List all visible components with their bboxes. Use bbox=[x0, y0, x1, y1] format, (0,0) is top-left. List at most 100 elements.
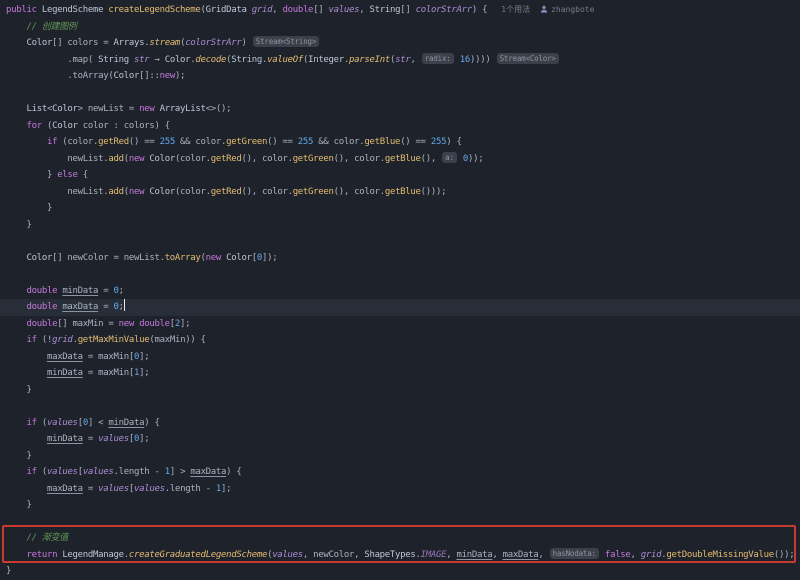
code-line[interactable]: newList.add(new Color(color.getRed(), co… bbox=[0, 184, 800, 201]
code-line[interactable]: double minData = 0; bbox=[0, 283, 800, 300]
code-token: (), color. bbox=[242, 187, 293, 197]
code-token: ( bbox=[42, 121, 52, 131]
code-line[interactable]: .map( String str → Color.decode(String.v… bbox=[0, 52, 800, 69]
code-line[interactable]: Color[] newColor = newList.toArray(new C… bbox=[0, 250, 800, 267]
code-line[interactable]: public LegendScheme createLegendScheme(G… bbox=[0, 2, 800, 19]
code-line[interactable] bbox=[0, 266, 800, 283]
code-line[interactable]: } bbox=[0, 448, 800, 465]
code-token: Color bbox=[165, 55, 191, 65]
code-token: () == bbox=[267, 137, 298, 147]
code-token: new bbox=[129, 154, 149, 164]
code-line[interactable]: .toArray(Color[]::new); bbox=[0, 68, 800, 85]
code-token: (), color. bbox=[242, 154, 293, 164]
code-token: [] newColor = newList. bbox=[52, 253, 165, 263]
code-token: Color bbox=[149, 187, 175, 197]
code-token: values bbox=[329, 5, 360, 15]
inlay-hint-chip[interactable]: radix: bbox=[422, 53, 454, 64]
code-token: ) { bbox=[144, 418, 159, 428]
code-token: else bbox=[57, 170, 77, 180]
code-token: (), color. bbox=[334, 187, 385, 197]
code-token: [] colors = bbox=[52, 38, 113, 48]
code-line[interactable]: } bbox=[0, 497, 800, 514]
code-token: .map( bbox=[6, 55, 98, 65]
code-line[interactable]: } else { bbox=[0, 167, 800, 184]
code-line[interactable]: } bbox=[0, 382, 800, 399]
code-line[interactable]: } bbox=[0, 217, 800, 234]
code-token: = bbox=[98, 302, 113, 312]
code-token: minData bbox=[47, 368, 83, 378]
code-token: minData bbox=[108, 418, 144, 428]
inlay-hint-chip[interactable]: Stream<String> bbox=[253, 36, 319, 47]
code-line[interactable]: Color[] colors = Arrays.stream(colorStrA… bbox=[0, 35, 800, 52]
code-token: grid bbox=[252, 5, 272, 15]
code-token: ); bbox=[175, 71, 185, 81]
code-token: ) { bbox=[226, 467, 241, 477]
code-line[interactable]: maxData = maxMin[0]; bbox=[0, 349, 800, 366]
code-token: .length - bbox=[114, 467, 165, 477]
code-line-current[interactable]: double maxData = 0; bbox=[0, 299, 800, 316]
code-token: getGreen bbox=[226, 137, 267, 147]
code-line[interactable]: // 创建图例 bbox=[0, 19, 800, 36]
code-token: > newList = bbox=[78, 104, 139, 114]
code-token: []:: bbox=[139, 71, 159, 81]
code-token: LegendManage bbox=[62, 550, 123, 560]
code-token: } bbox=[6, 451, 32, 461]
code-line[interactable] bbox=[0, 233, 800, 250]
code-token: [] maxMin = bbox=[57, 319, 118, 329]
code-token: = bbox=[83, 434, 98, 444]
code-line[interactable]: if (values[values.length - 1] > maxData)… bbox=[0, 464, 800, 481]
code-token: Arrays bbox=[114, 38, 145, 48]
code-area[interactable]: public LegendScheme createLegendScheme(G… bbox=[0, 2, 800, 580]
inlay-hint-chip[interactable]: Stream<Color> bbox=[497, 53, 559, 64]
code-token: .toArray( bbox=[6, 71, 114, 81]
code-token: = maxMin[ bbox=[83, 352, 134, 362]
code-token: && color. bbox=[313, 137, 364, 147]
code-line[interactable] bbox=[0, 514, 800, 531]
code-line[interactable] bbox=[0, 85, 800, 102]
code-line[interactable]: if (color.getRed() == 255 && color.getGr… bbox=[0, 134, 800, 151]
code-token: double bbox=[6, 319, 57, 329]
code-token: Color bbox=[52, 121, 78, 131]
code-line[interactable]: return LegendManage.createGraduatedLegen… bbox=[0, 547, 800, 564]
code-token: Color bbox=[6, 38, 52, 48]
code-line[interactable]: double[] maxMin = new double[2]; bbox=[0, 316, 800, 333]
code-token: (color. bbox=[57, 137, 98, 147]
code-token: GridData bbox=[206, 5, 252, 15]
inlay-hint-chip[interactable]: hasNodata: bbox=[550, 548, 599, 559]
code-token: 255 bbox=[160, 137, 175, 147]
code-token: if bbox=[6, 418, 37, 428]
code-line[interactable]: newList.add(new Color(color.getRed(), co… bbox=[0, 151, 800, 168]
author-hint[interactable]: zhangbote bbox=[540, 5, 594, 14]
code-line[interactable]: minData = maxMin[1]; bbox=[0, 365, 800, 382]
code-token: = bbox=[98, 286, 113, 296]
code-line[interactable]: } bbox=[0, 200, 800, 217]
code-token: values bbox=[83, 467, 114, 477]
code-line[interactable]: maxData = values[values.length - 1]; bbox=[0, 481, 800, 498]
code-token: values bbox=[272, 550, 303, 560]
code-token: newList. bbox=[6, 187, 108, 197]
code-token: } bbox=[6, 220, 32, 230]
code-token: } bbox=[6, 203, 52, 213]
code-line[interactable]: } bbox=[0, 563, 800, 580]
code-token: getRed bbox=[211, 187, 242, 197]
code-token: } bbox=[6, 170, 57, 180]
code-line[interactable]: // 渐变值 bbox=[0, 530, 800, 547]
code-line[interactable]: if (!grid.getMaxMinValue(maxMin)) { bbox=[0, 332, 800, 349]
code-token: getGreen bbox=[293, 154, 334, 164]
code-token: , bbox=[359, 5, 369, 15]
code-line[interactable]: minData = values[0]; bbox=[0, 431, 800, 448]
code-token: Color bbox=[52, 104, 78, 114]
code-token: String bbox=[98, 55, 134, 65]
code-token: values bbox=[47, 418, 78, 428]
code-line[interactable]: for (Color color : colors) { bbox=[0, 118, 800, 135]
code-token: newList. bbox=[6, 154, 108, 164]
code-token: add bbox=[108, 154, 123, 164]
code-line[interactable] bbox=[0, 398, 800, 415]
code-token: values bbox=[98, 434, 129, 444]
code-line[interactable]: List<Color> newList = new ArrayList<>(); bbox=[0, 101, 800, 118]
code-token: ( bbox=[37, 418, 47, 428]
inlay-hint-chip[interactable]: a: bbox=[442, 152, 457, 163]
code-line[interactable]: if (values[0] < minData) { bbox=[0, 415, 800, 432]
code-token: getBlue bbox=[385, 154, 421, 164]
usages-hint[interactable]: 1个用法 bbox=[501, 5, 530, 14]
